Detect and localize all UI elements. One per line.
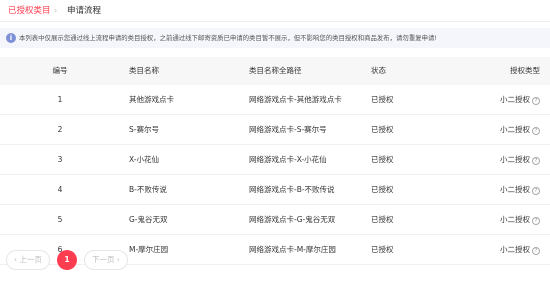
header-id: 编号 [52, 66, 68, 75]
row-name: 其他游戏点卡 [129, 95, 174, 104]
row-id: 5 [57, 215, 63, 224]
row-type: 小二授权? [480, 115, 540, 145]
row-type: 小二授权? [480, 145, 540, 175]
row-type-label: 小二授权 [500, 155, 530, 164]
row-status: 已授权 [371, 215, 394, 224]
header-path: 类目名称全路径 [249, 66, 302, 75]
row-status: 已授权 [371, 95, 394, 104]
table-header: 编号 类目名称 类目名称全路径 状态 授权类型 [0, 57, 550, 85]
table-row: 1 其他游戏点卡 网络游戏点卡-其他游戏点卡 已授权 小二授权? [0, 85, 550, 115]
header-name: 类目名称 [129, 66, 159, 75]
row-id: 1 [57, 95, 63, 104]
row-name: G-鬼谷无双 [129, 215, 168, 224]
table-row: 2 S-赛尔号 网络游戏点卡-S-赛尔号 已授权 小二授权? [0, 115, 550, 145]
row-name: X-小花仙 [129, 155, 159, 164]
row-type-label: 小二授权 [500, 185, 530, 194]
row-type-label: 小二授权 [500, 95, 530, 104]
row-path: 网络游戏点卡-S-赛尔号 [249, 125, 327, 134]
info-icon: i [6, 33, 16, 43]
header-status: 状态 [371, 66, 386, 75]
row-path: 网络游戏点卡-G-鬼谷无双 [249, 215, 336, 224]
row-type-label: 小二授权 [500, 215, 530, 224]
question-circle-icon[interactable]: ? [532, 97, 540, 105]
row-id: 2 [57, 125, 63, 134]
row-path: 网络游戏点卡-X-小花仙 [249, 155, 327, 164]
tab-application-process[interactable]: 申请流程 [67, 4, 101, 18]
question-circle-icon[interactable]: ? [532, 127, 540, 135]
row-status: 已授权 [371, 155, 394, 164]
row-status: 已授权 [371, 185, 394, 194]
row-status: 已授权 [371, 125, 394, 134]
row-name: B-不败传说 [129, 185, 167, 194]
question-circle-icon[interactable]: ? [532, 217, 540, 225]
question-circle-icon[interactable]: ? [532, 157, 540, 165]
table-row: 5 G-鬼谷无双 网络游戏点卡-G-鬼谷无双 已授权 小二授权? [0, 205, 550, 235]
next-page-button[interactable]: 下一页 › [84, 250, 128, 270]
row-type-label: 小二授权 [500, 125, 530, 134]
question-circle-icon[interactable]: ? [532, 187, 540, 195]
row-path: 网络游戏点卡-其他游戏点卡 [249, 95, 342, 104]
notice-bar: i 本列表中仅展示您通过线上流程申请的类目授权，之前通过线下邮寄资质已申请的类目… [0, 28, 550, 48]
row-id: 4 [57, 185, 63, 194]
chevron-right-icon: › [54, 6, 58, 15]
row-id: 3 [57, 155, 63, 164]
prev-page-button[interactable]: ‹ 上一页 [6, 250, 50, 270]
tab-bar: 已授权类目 › 申请流程 [0, 0, 550, 22]
page-button-current[interactable]: 1 [57, 250, 77, 270]
table-row: 3 X-小花仙 网络游戏点卡-X-小花仙 已授权 小二授权? [0, 145, 550, 175]
row-type: 小二授权? [480, 175, 540, 205]
row-type: 小二授权? [480, 205, 540, 235]
header-type: 授权类型 [510, 66, 540, 75]
row-type: 小二授权? [480, 85, 540, 115]
tab-authorized-categories[interactable]: 已授权类目 [8, 4, 51, 18]
row-path: 网络游戏点卡-B-不败传说 [249, 185, 335, 194]
notice-text: 本列表中仅展示您通过线上流程申请的类目授权，之前通过线下邮寄资质已申请的类目暂不… [19, 34, 437, 42]
pagination: ‹ 上一页 1 下一页 › [0, 248, 550, 272]
table-row: 4 B-不败传说 网络游戏点卡-B-不败传说 已授权 小二授权? [0, 175, 550, 205]
row-name: S-赛尔号 [129, 125, 159, 134]
